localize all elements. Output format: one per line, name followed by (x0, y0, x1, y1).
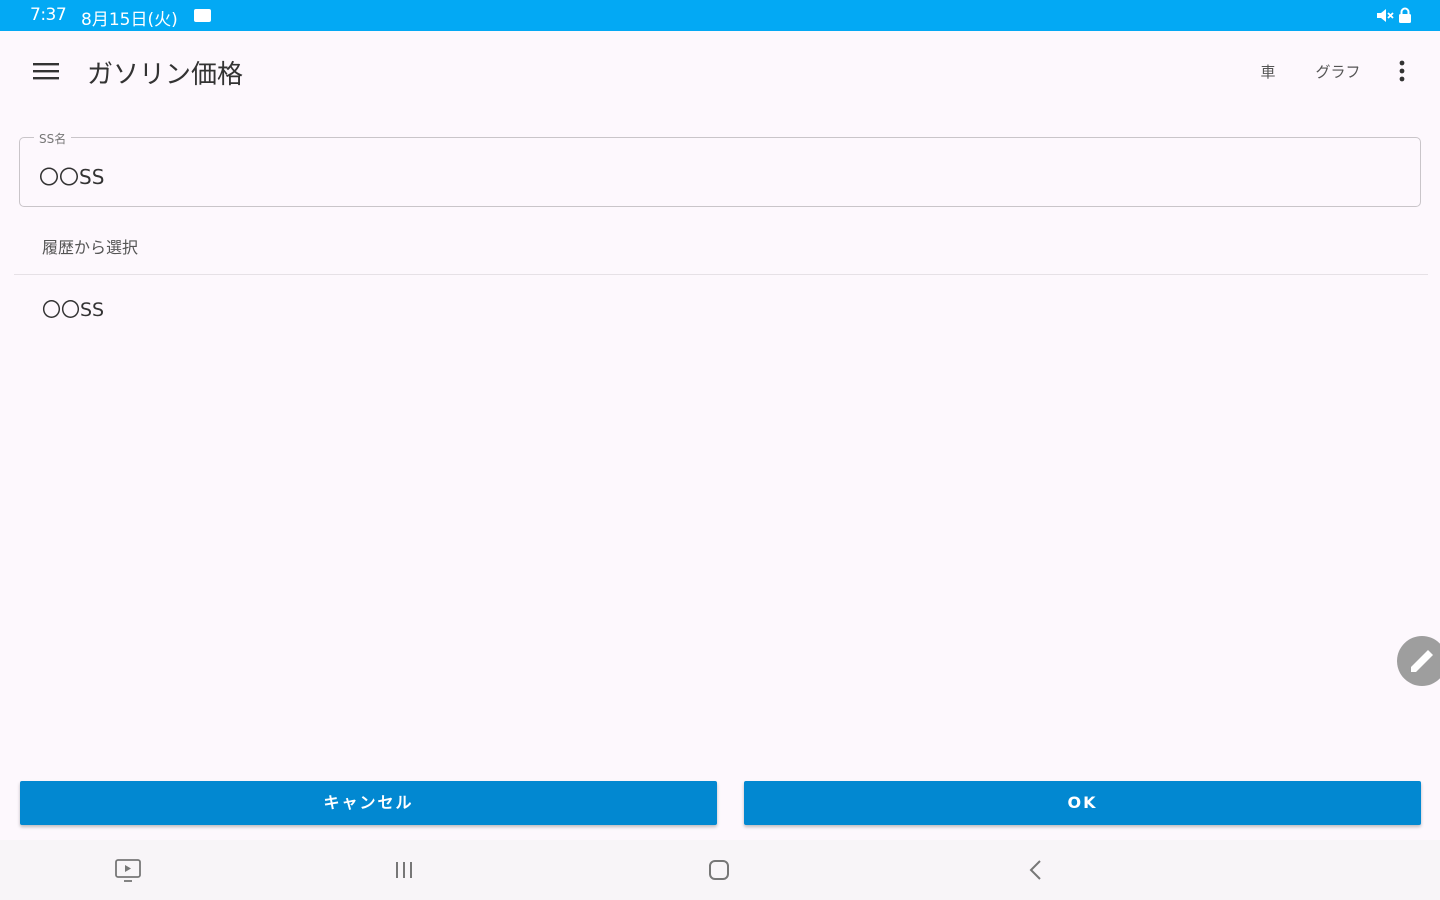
edit-fab-button[interactable] (1397, 636, 1440, 686)
status-date: 8月15日(火) (81, 10, 178, 30)
history-divider (14, 274, 1428, 275)
cancel-button[interactable]: キャンセル (20, 781, 717, 825)
lock-icon (1399, 7, 1411, 23)
screenshot-icon[interactable] (112, 854, 144, 886)
back-icon[interactable] (1020, 854, 1052, 886)
history-item-label: 〇〇SS (42, 299, 105, 321)
notification-icon (194, 9, 211, 22)
history-header: 履歴から選択 (42, 238, 139, 257)
volume-mute-icon (1377, 9, 1394, 22)
page-title: ガソリン価格 (87, 60, 244, 90)
status-bar: 7:37 8月15日(火) (0, 0, 1440, 31)
edit-pencil-icon (1411, 650, 1433, 672)
ss-name-field-value[interactable]: 〇〇SS (39, 161, 104, 190)
car-action-button[interactable]: 車 (1252, 61, 1284, 82)
home-icon[interactable] (703, 854, 735, 886)
status-time: 7:37 (30, 5, 67, 25)
ok-button[interactable]: OK (744, 781, 1421, 825)
recent-apps-icon[interactable] (388, 854, 420, 886)
hamburger-menu-icon[interactable] (33, 61, 59, 81)
app-bar: ガソリン価格 車 グラフ (0, 31, 1440, 110)
more-vert-icon[interactable] (1392, 57, 1412, 85)
graph-action-button[interactable]: グラフ (1300, 61, 1376, 82)
ss-name-field-label: SS名 (34, 130, 72, 147)
system-nav-bar (0, 840, 1440, 900)
ss-name-field[interactable] (19, 137, 1421, 207)
history-list-item[interactable]: 〇〇SS (14, 283, 1428, 329)
